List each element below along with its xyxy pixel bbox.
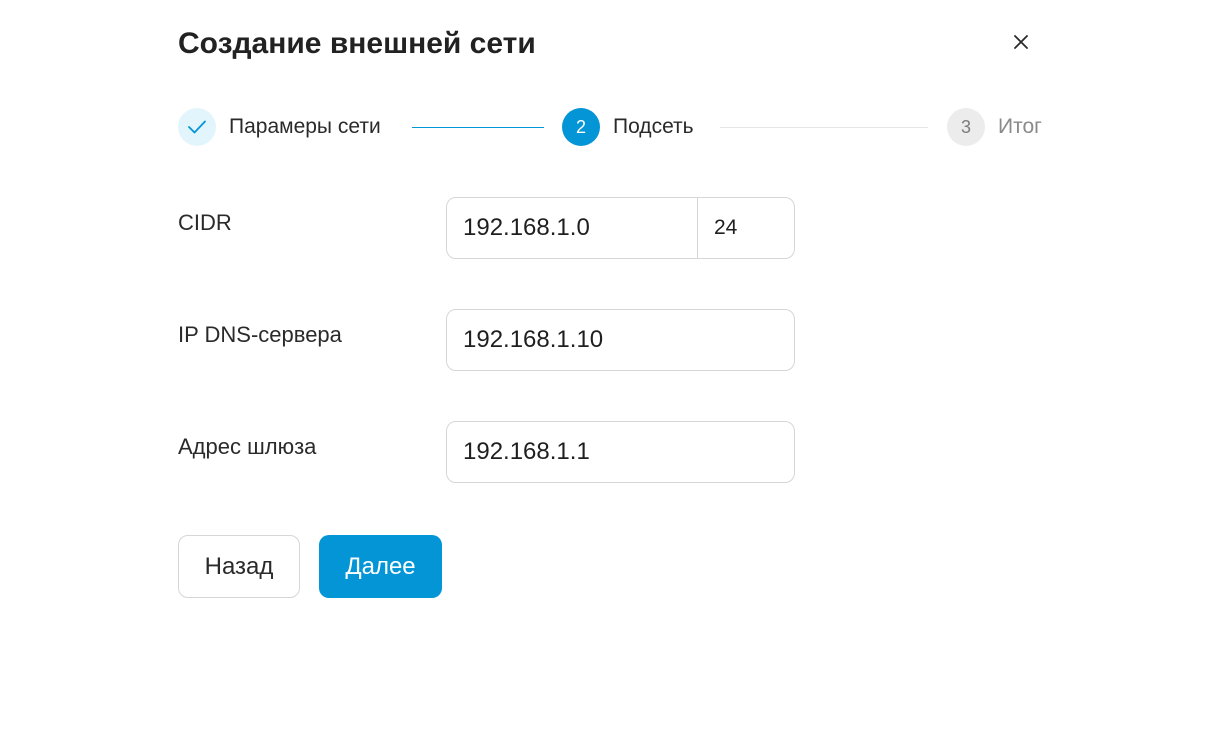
step-summary: 3 Итог: [947, 108, 1042, 146]
cidr-label: CIDR: [178, 210, 232, 235]
step-label: Подсеть: [613, 115, 694, 138]
step-number: 3: [947, 108, 985, 146]
gateway-label: Адрес шлюза: [178, 434, 317, 459]
cidr-ip-input[interactable]: [447, 198, 698, 258]
step-connector-pending: [720, 127, 928, 128]
dns-server-input[interactable]: [446, 309, 795, 371]
step-label: Парамеры сети: [229, 115, 381, 138]
back-button[interactable]: Назад: [178, 535, 300, 598]
step-subnet[interactable]: 2 Подсеть: [562, 108, 694, 146]
gateway-input[interactable]: [446, 421, 795, 483]
cidr-input-group: [446, 197, 795, 259]
dialog-title: Создание внешней сети: [178, 27, 536, 60]
close-icon: [1013, 34, 1029, 55]
close-button[interactable]: [1006, 29, 1036, 59]
create-external-network-dialog: Создание внешней сети Парамеры сети 2 По…: [0, 0, 1219, 741]
step-label: Итог: [998, 115, 1042, 138]
check-icon: [178, 108, 216, 146]
dns-server-label: IP DNS-сервера: [178, 322, 342, 347]
step-connector-completed: [412, 127, 544, 128]
next-button[interactable]: Далее: [319, 535, 442, 598]
cidr-mask-input[interactable]: [698, 198, 794, 258]
step-network-params[interactable]: Парамеры сети: [178, 108, 381, 146]
step-number: 2: [562, 108, 600, 146]
